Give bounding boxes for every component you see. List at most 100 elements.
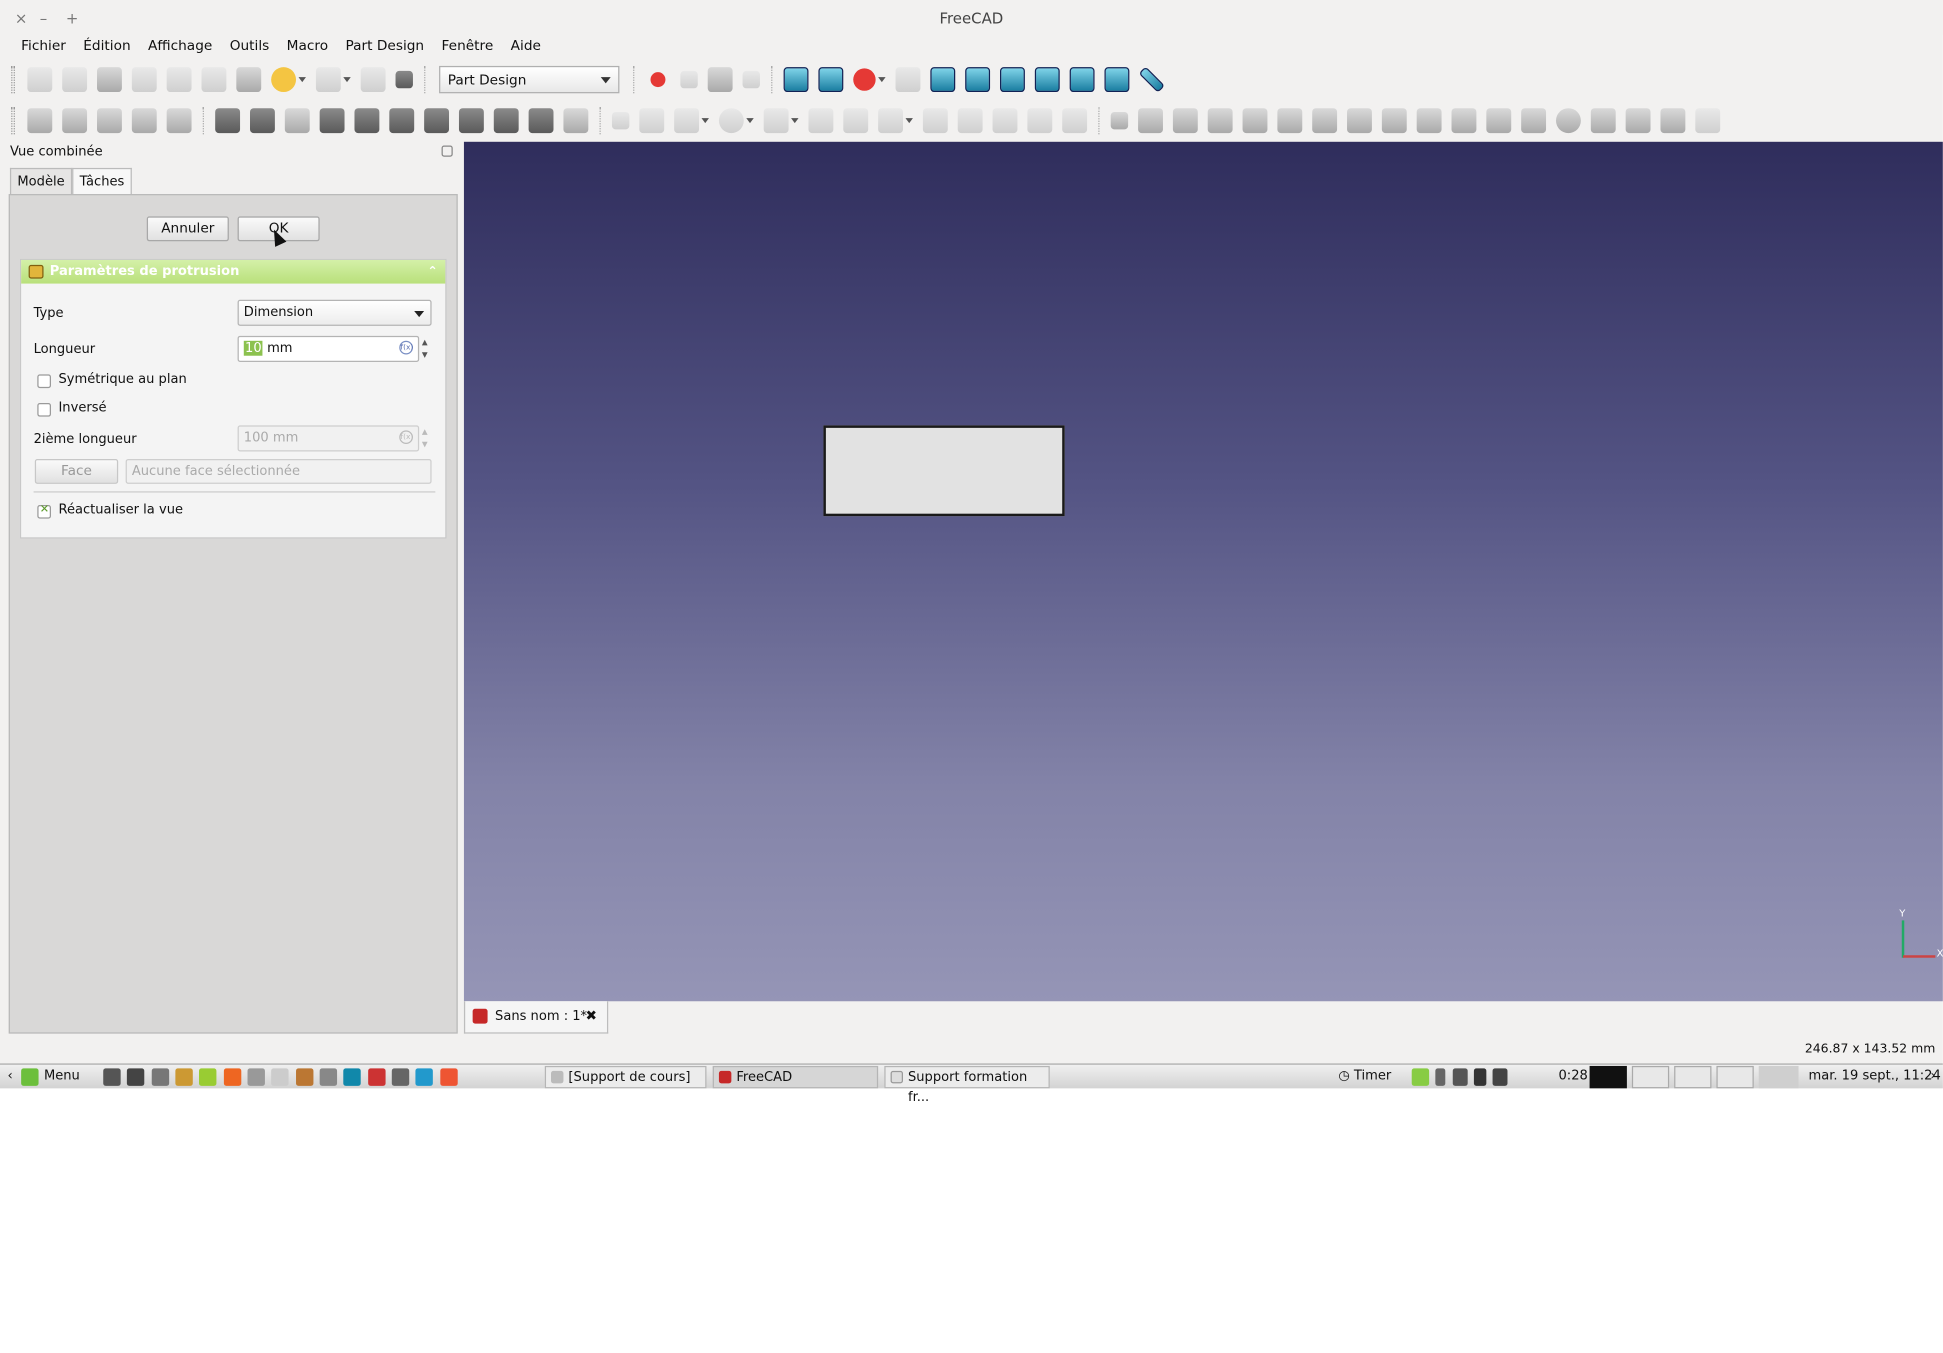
constraint-symmetric-icon[interactable] [1381,108,1407,134]
linear-pattern-icon[interactable] [493,108,519,134]
new-document-icon[interactable] [27,67,53,93]
macro-record-icon[interactable] [650,72,666,88]
measure-icon[interactable] [1138,66,1165,93]
constraint-equal-icon[interactable] [1347,108,1372,134]
constraint-horizontal-icon[interactable] [1207,108,1233,134]
multi-transform-icon[interactable] [563,108,589,134]
second-length-spinner[interactable]: ▲ ▼ [419,427,430,453]
isometric-view-icon[interactable] [895,67,921,93]
workspace-switcher[interactable] [1758,1065,1799,1089]
arc-dropdown-icon[interactable] [701,118,709,124]
macro-stop-icon[interactable] [680,70,698,89]
system-monitor-graph[interactable] [1589,1065,1627,1089]
constraint-radius-icon[interactable] [1555,108,1581,134]
constraint-horizontal-distance-icon[interactable] [1451,108,1477,134]
undo-dropdown-icon[interactable] [298,77,306,83]
refresh-icon[interactable] [360,67,386,93]
taskbar-clock[interactable]: mar. 19 sept., 11:24 [1808,1065,1940,1090]
app-icon[interactable] [247,1068,266,1086]
reorient-sketch-icon[interactable] [131,108,157,134]
constraint-parallel-icon[interactable] [1242,108,1268,134]
taskbar-window-freecad[interactable]: FreeCAD [712,1065,879,1089]
menu-outils[interactable]: Outils [221,35,278,60]
constraint-perpendicular-icon[interactable] [1277,108,1303,134]
protrusion-parameters-header[interactable]: Paramètres de protrusion ⌃ [21,259,446,284]
app-icon[interactable] [416,1068,434,1086]
bottom-view-icon[interactable] [1069,67,1095,93]
expression-icon[interactable]: f(x) [399,430,413,445]
terminal-icon[interactable] [103,1068,121,1086]
length-input[interactable]: 10 mm f(x) ▲ ▼ [237,335,428,362]
taskbar-window-support-de-cours[interactable]: [Support de cours] [544,1065,707,1089]
draft-icon[interactable] [424,108,450,134]
top-view-icon[interactable] [965,67,991,93]
sketch-line-icon[interactable] [639,108,665,134]
copy-icon[interactable] [201,67,227,93]
menu-edition[interactable]: Édition [75,35,140,60]
timer-applet[interactable]: ◷ Timer [1338,1065,1391,1090]
conic-dropdown-icon[interactable] [791,118,799,124]
3d-viewport[interactable]: Y X [463,141,1943,1002]
circle-dropdown-icon[interactable] [746,118,754,124]
constraint-coincident-icon[interactable] [1110,111,1129,130]
toolbar-grip[interactable] [11,106,15,135]
whats-this-icon[interactable] [395,70,413,89]
volume-icon[interactable] [1452,1068,1468,1086]
create-sketch-icon[interactable] [27,108,53,134]
print-icon[interactable] [131,67,157,93]
network-icon[interactable] [1473,1068,1487,1086]
sketch-rectangle-icon[interactable] [843,108,869,134]
app-icon[interactable] [319,1068,338,1086]
type-select[interactable]: Dimension [237,299,432,326]
open-document-icon[interactable] [62,67,88,93]
symmetric-checkbox[interactable] [37,374,51,389]
menu-affichage[interactable]: Affichage [139,35,221,60]
menu-fenetre[interactable]: Fenêtre [433,35,502,60]
toolbar-grip[interactable] [11,65,15,94]
start-menu-button[interactable]: Menu [20,1065,80,1090]
fillet-icon[interactable] [354,108,380,134]
cancel-button[interactable]: Annuler [146,216,229,242]
validate-sketch-icon[interactable] [62,108,88,134]
pocket-icon[interactable] [250,108,275,134]
constraint-distance-icon[interactable] [1521,108,1547,134]
bluetooth-icon[interactable] [1435,1068,1446,1086]
chrome-icon[interactable] [440,1068,458,1086]
expression-icon[interactable]: f(x) [399,340,413,355]
menu-fichier[interactable]: Fichier [12,35,74,60]
firefox-icon[interactable] [223,1068,241,1086]
left-view-icon[interactable] [1104,67,1130,93]
groove-icon[interactable] [319,108,345,134]
draw-style-icon[interactable] [853,68,876,91]
view-sketch-icon[interactable] [166,108,192,134]
pad-icon[interactable] [215,108,241,134]
document-tab[interactable]: Sans nom : 1* ✖ [463,1001,609,1034]
collapse-icon[interactable]: ⌃ [427,260,437,284]
taskbar-window-support-formation[interactable]: Support formation fr... [884,1065,1050,1104]
constraint-vertical-distance-icon[interactable] [1486,108,1512,134]
constraint-vertical-icon[interactable] [1172,108,1198,134]
menu-macro[interactable]: Macro [278,35,337,60]
sketch-rectangle[interactable] [823,425,1065,517]
constraint-snell-icon[interactable] [1625,108,1651,134]
constraint-tangent-icon[interactable] [1312,108,1338,134]
save-icon[interactable] [97,67,122,93]
draw-style-dropdown-icon[interactable] [878,77,886,83]
update-icon[interactable] [1411,1068,1430,1086]
redo-dropdown-icon[interactable] [343,77,351,83]
fit-selection-icon[interactable] [818,67,844,93]
close-document-button[interactable]: ✖ [586,1001,597,1031]
rear-view-icon[interactable] [1034,67,1060,93]
mirrored-icon[interactable] [458,108,484,134]
taskbar-scroll-left-icon[interactable]: ‹ [7,1065,12,1090]
macro-edit-icon[interactable] [707,67,733,93]
app-icon[interactable] [175,1068,193,1086]
map-sketch-icon[interactable] [97,108,122,134]
length-spinner[interactable]: ▲ ▼ [419,337,430,363]
app-icon[interactable] [295,1068,314,1086]
tab-taches[interactable]: Tâches [72,167,132,195]
menu-aide[interactable]: Aide [502,35,550,60]
sketch-trim-icon[interactable] [992,108,1018,134]
app-icon[interactable] [127,1068,145,1086]
constraint-angle-icon[interactable] [1590,108,1616,134]
